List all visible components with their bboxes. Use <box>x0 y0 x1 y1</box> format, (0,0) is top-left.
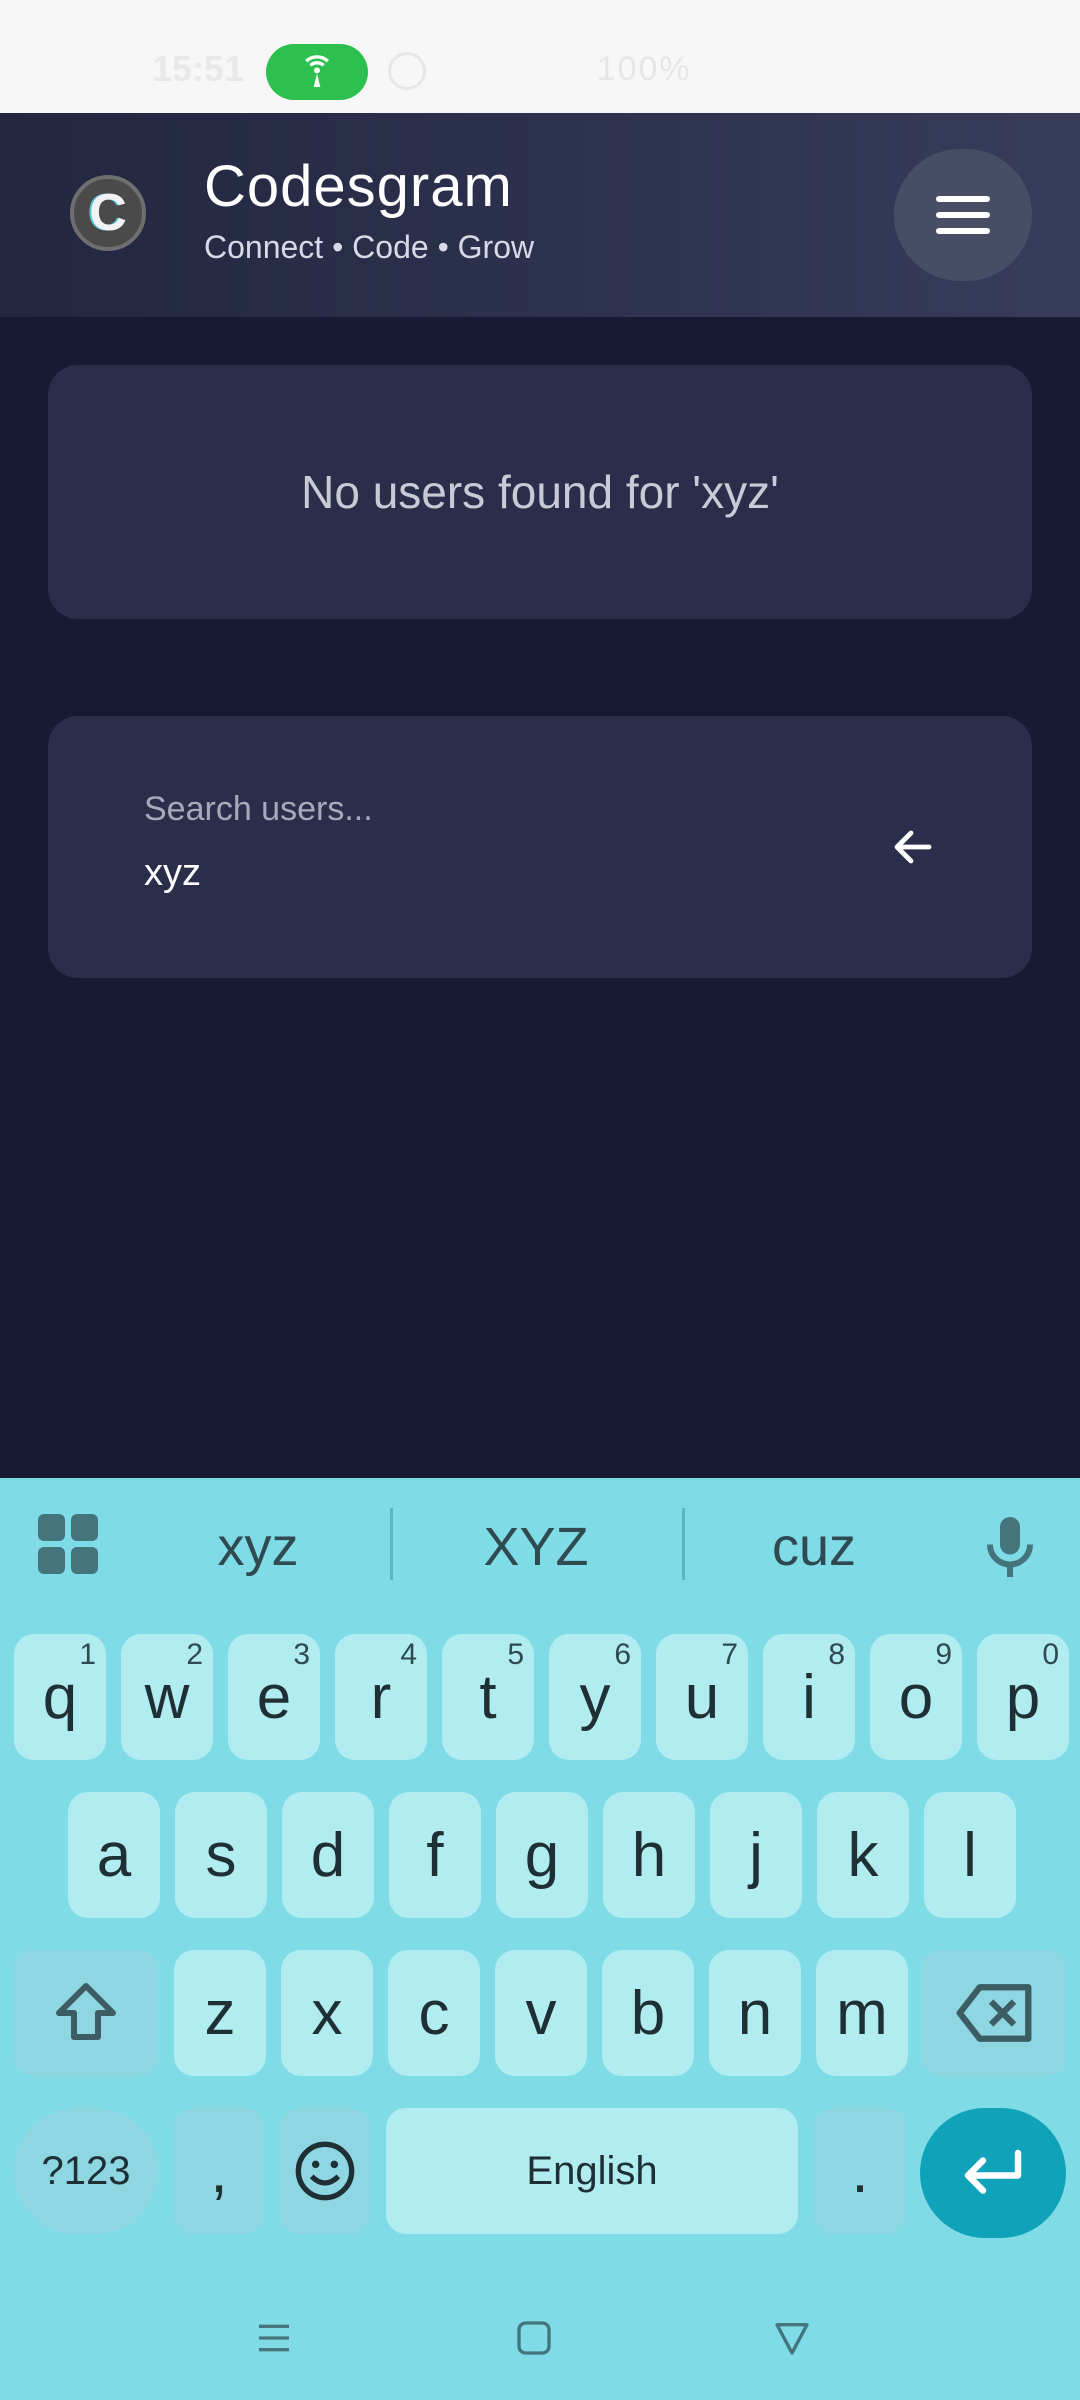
key-label: o <box>898 1662 934 1732</box>
key-label: e <box>256 1662 292 1732</box>
key-c[interactable]: c <box>388 1950 480 2076</box>
key-r[interactable]: r4 <box>335 1634 427 1760</box>
wifi-hotspot-icon <box>305 55 329 87</box>
key-t[interactable]: t5 <box>442 1634 534 1760</box>
menu-button[interactable] <box>894 149 1032 281</box>
search-input-label: Search users... <box>144 790 373 828</box>
comma-key[interactable]: , <box>174 2108 264 2234</box>
key-label: y <box>579 1662 611 1732</box>
backspace-icon <box>956 1984 1032 2042</box>
key-number-hint: 6 <box>614 1638 631 1671</box>
key-number-hint: 8 <box>828 1638 845 1671</box>
key-number-hint: 2 <box>186 1638 203 1671</box>
key-i[interactable]: i8 <box>763 1634 855 1760</box>
key-label: r <box>370 1662 392 1732</box>
search-card[interactable]: Search users... xyz <box>48 716 1032 978</box>
status-icons: 100% <box>528 50 692 88</box>
app-header: C Codesgram Connect • Code • Grow <box>0 113 1080 317</box>
logo-letter: C <box>89 184 127 242</box>
key-v[interactable]: v <box>495 1950 587 2076</box>
onscreen-keyboard: xyz XYZ cuz ?123 , English . q 1 w 2 e 3… <box>0 1478 1080 2400</box>
key-number-hint: 1 <box>79 1638 96 1671</box>
home-icon[interactable] <box>514 2318 554 2358</box>
backspace-key[interactable] <box>922 1950 1066 2076</box>
suggestion-3[interactable]: cuz <box>684 1516 944 1578</box>
key-d[interactable]: d <box>282 1792 374 1918</box>
shift-key[interactable] <box>14 1950 158 2076</box>
hotspot-indicator <box>266 44 368 100</box>
back-nav-icon[interactable] <box>772 2318 812 2358</box>
key-k[interactable]: k <box>817 1792 909 1918</box>
key-label: q <box>42 1662 78 1732</box>
app-title: Codesgram <box>204 154 513 219</box>
key-z[interactable]: z <box>174 1950 266 2076</box>
key-a[interactable]: a <box>68 1792 160 1918</box>
message-icon <box>388 52 426 90</box>
emoji-icon <box>295 2141 355 2201</box>
symbols-key[interactable]: ?123 <box>14 2108 158 2234</box>
key-number-hint: 3 <box>293 1638 310 1671</box>
key-q[interactable]: q1 <box>14 1634 106 1760</box>
key-h[interactable]: h <box>603 1792 695 1918</box>
key-x[interactable]: x <box>281 1950 373 2076</box>
key-label: u <box>684 1662 720 1732</box>
apps-grid-icon[interactable] <box>38 1514 98 1574</box>
suggestion-bar: xyz XYZ cuz <box>0 1478 1080 1612</box>
system-nav-bar <box>0 2278 1080 2400</box>
microphone-icon[interactable] <box>980 1512 1040 1582</box>
app-logo: C <box>70 175 146 251</box>
suggestion-2[interactable]: XYZ <box>406 1516 666 1578</box>
key-y[interactable]: y6 <box>549 1634 641 1760</box>
key-number-hint: 9 <box>935 1638 952 1671</box>
app-subtitle: Connect • Code • Grow <box>204 229 535 265</box>
status-bar: 15:51 100% <box>0 0 1080 113</box>
no-results-message: No users found for 'xyz' <box>301 466 779 518</box>
key-label: p <box>1005 1662 1041 1732</box>
enter-key[interactable] <box>920 2108 1066 2238</box>
key-j[interactable]: j <box>710 1792 802 1918</box>
key-number-hint: 7 <box>721 1638 738 1671</box>
key-m[interactable]: m <box>816 1950 908 2076</box>
key-number-hint: 0 <box>1042 1638 1059 1671</box>
search-input[interactable]: xyz <box>144 852 201 895</box>
key-w[interactable]: w2 <box>121 1634 213 1760</box>
search-results-card: No users found for 'xyz' <box>48 365 1032 619</box>
key-number-hint: 5 <box>507 1638 524 1671</box>
suggestion-divider <box>390 1508 393 1580</box>
shift-icon <box>56 1983 116 2040</box>
key-p[interactable]: p0 <box>977 1634 1069 1760</box>
key-s[interactable]: s <box>175 1792 267 1918</box>
key-e[interactable]: e3 <box>228 1634 320 1760</box>
key-o[interactable]: o9 <box>870 1634 962 1760</box>
key-f[interactable]: f <box>389 1792 481 1918</box>
status-time: 15:51 <box>152 48 245 89</box>
arrow-left-icon <box>894 830 932 864</box>
key-g[interactable]: g <box>496 1792 588 1918</box>
enter-icon <box>964 2149 1022 2194</box>
key-number-hint: 4 <box>400 1638 417 1671</box>
hamburger-icon <box>936 196 990 202</box>
key-b[interactable]: b <box>602 1950 694 2076</box>
hamburger-icon-line <box>936 228 990 234</box>
key-n[interactable]: n <box>709 1950 801 2076</box>
suggestion-1[interactable]: xyz <box>128 1516 388 1578</box>
space-key[interactable]: English <box>386 2108 798 2234</box>
period-key[interactable]: . <box>814 2108 906 2234</box>
key-label: i <box>802 1662 816 1732</box>
key-label: t <box>479 1662 497 1732</box>
key-l[interactable]: l <box>924 1792 1016 1918</box>
key-label: w <box>144 1662 190 1732</box>
key-u[interactable]: u7 <box>656 1634 748 1760</box>
back-button[interactable] <box>882 816 944 878</box>
hamburger-icon-line <box>936 212 990 218</box>
recent-apps-icon[interactable] <box>254 2318 294 2358</box>
emoji-key[interactable] <box>280 2108 370 2234</box>
